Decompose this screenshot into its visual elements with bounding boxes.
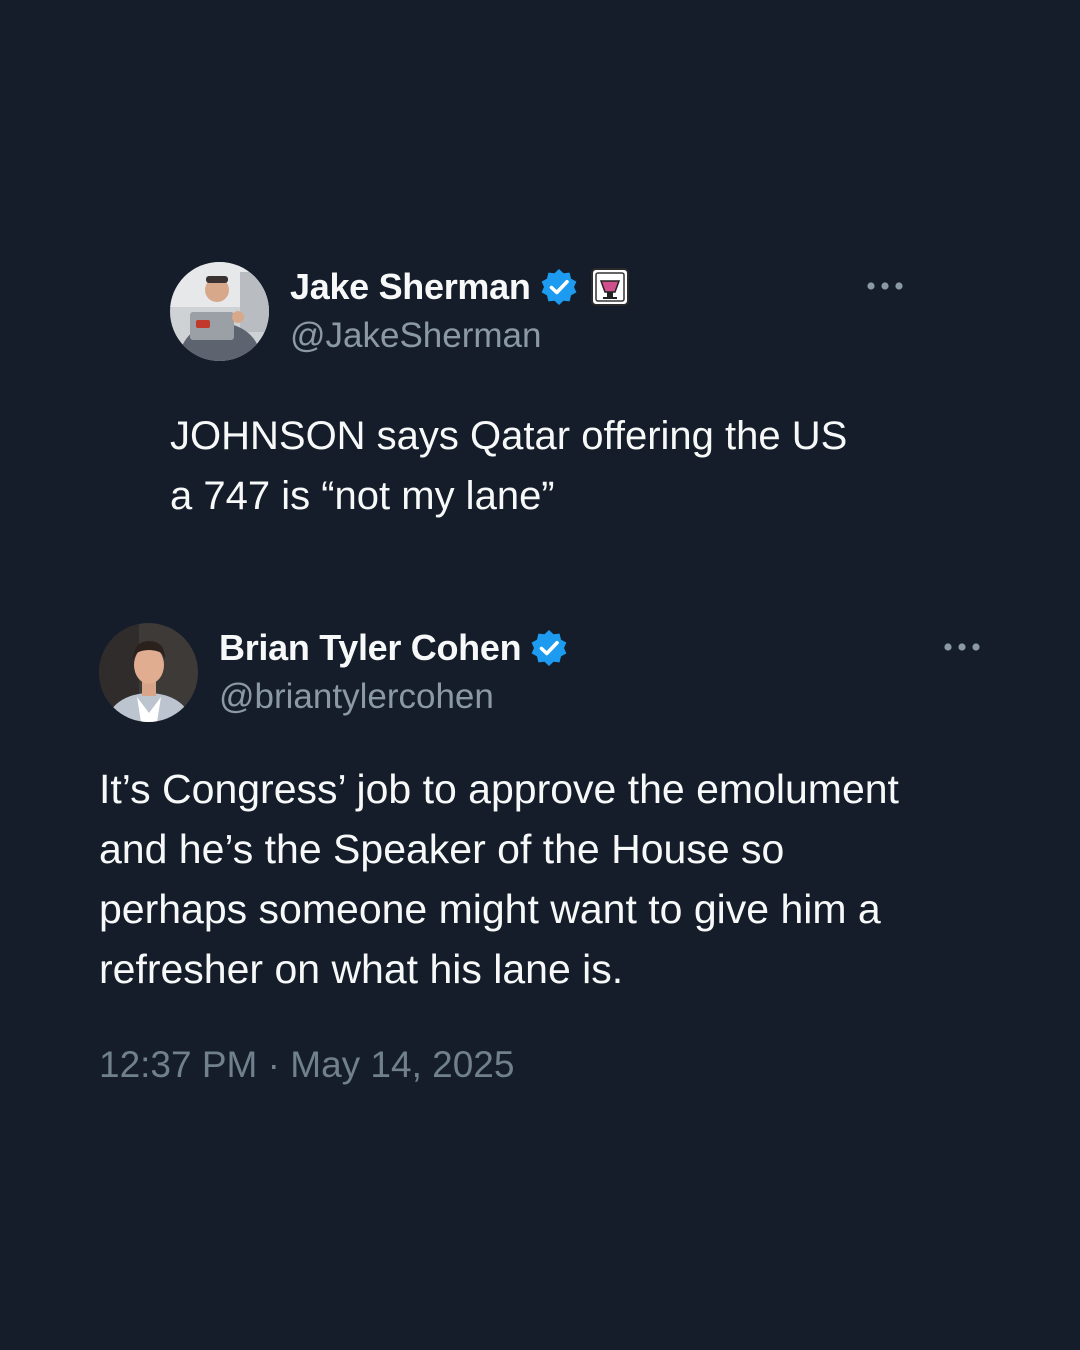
main-author-handle[interactable]: @briantylercohen	[219, 677, 494, 717]
avatar-jake-sherman[interactable]	[170, 262, 269, 361]
verified-badge-icon	[531, 630, 567, 666]
punchbowl-news-icon[interactable]	[590, 268, 629, 306]
more-horizontal-icon[interactable]	[942, 641, 982, 653]
quoted-author-name[interactable]: Jake Sherman	[290, 266, 531, 308]
tweet-timestamp[interactable]: 12:37 PM · May 14, 2025	[99, 1044, 514, 1086]
main-tweet-text: It’s Congress’ job to approve the emolum…	[99, 766, 899, 992]
main-author-name[interactable]: Brian Tyler Cohen	[219, 627, 522, 669]
verified-badge-icon	[541, 269, 576, 305]
quoted-author-handle[interactable]: @JakeSherman	[290, 316, 541, 356]
quoted-author-name-row: Jake Sherman	[290, 266, 629, 308]
main-author-name-row: Brian Tyler Cohen	[219, 627, 569, 669]
more-horizontal-icon[interactable]	[865, 280, 905, 292]
avatar-brian-tyler-cohen[interactable]	[99, 623, 198, 722]
quoted-tweet-text: JOHNSON says Qatar offering the US a 747…	[170, 414, 848, 518]
